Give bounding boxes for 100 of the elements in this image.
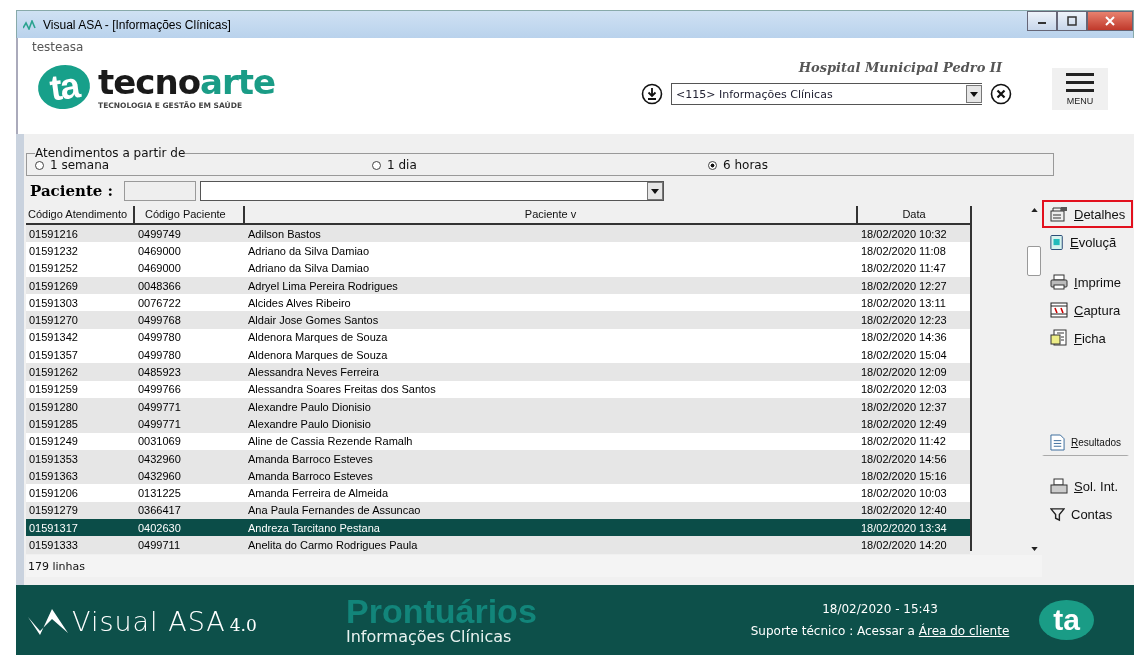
table-cell-text: 18/02/2020 11:08 (860, 244, 947, 257)
table-cell-text: 01591342 (28, 331, 79, 344)
table-cell-text: Aline de Cassia Rezende Ramalh (247, 435, 414, 448)
table-cell-text: 18/02/2020 14:36 (860, 331, 948, 344)
table-row[interactable]: 01591279 0366417 Ana Paula Fernandes de Assuncao 18/02/2020 12:40 (26, 501, 970, 520)
patient-name-select[interactable] (200, 181, 664, 201)
table-row[interactable]: 01591363 0432960 Amanda Barroco Esteves 18/02/2020 15:16 (26, 467, 970, 485)
table-cell-text: Aldenora Marques de Souza (247, 348, 389, 361)
filter-legend: Atendimentos a partir de (35, 148, 186, 158)
table-cell-text: Aldair Jose Gomes Santos (247, 314, 380, 327)
table-row[interactable]: 01591249 0031069 Aline de Cassia Rezende Ramalh 18/02/2020 11:42 (26, 432, 970, 450)
table-row[interactable]: 01591317 0402630 Andreza Tarcitano Pestana 18/02/2020 13:34 (26, 519, 970, 537)
radio-option[interactable]: 6 horas (708, 158, 1045, 172)
table-cell-text: Adilson Bastos (247, 227, 322, 240)
action-button[interactable]: Captura (1042, 296, 1129, 324)
action-button[interactable]: Ficha (1042, 324, 1114, 352)
table-cell-text: 0366417 (137, 504, 182, 517)
table-cell-text: Aldenora Marques de Souza (247, 331, 389, 344)
table-cell-text: 0499771 (137, 400, 182, 413)
printer-icon (1050, 274, 1068, 290)
table-row[interactable]: 01591232 0469000 Adriano da Silva Damiao 18/02/2020 11:08 (26, 242, 970, 260)
action-button[interactable]: Contas (1042, 500, 1121, 528)
table-row[interactable]: 01591280 0499771 Alexandre Paulo Dionisio 18/02/2020 12:37 (26, 397, 970, 416)
action-button[interactable]: Imprime (1042, 268, 1129, 296)
table-cell-text: 01591303 (28, 296, 79, 309)
printer-icon (1050, 478, 1068, 494)
table-cell-text: 01591363 (28, 469, 79, 482)
action-button[interactable]: Evoluçã (1042, 228, 1125, 256)
table-row[interactable]: 01591270 0499768 Aldair Jose Gomes Santos 18/02/2020 12:23 (26, 311, 970, 329)
table-cell-text: 18/02/2020 11:42 (860, 435, 947, 448)
table-cell-text: 0402630 (137, 521, 182, 534)
table-row[interactable]: 01591216 0499749 Adilson Bastos 18/02/2020 10:32 (26, 225, 970, 243)
table-row[interactable]: 01591206 0131225 Amanda Ferreira de Almeida 18/02/2020 10:03 (26, 484, 970, 502)
maximize-button[interactable] (1057, 11, 1087, 31)
dropdown-arrow-icon (970, 91, 978, 97)
close-icon (1105, 16, 1115, 26)
table-row[interactable]: 01591353 0432960 Amanda Barroco Esteves 18/02/2020 14:56 (26, 449, 970, 468)
table-cell-text: 0499711 (137, 539, 181, 551)
menu-button[interactable]: MENU (1052, 68, 1108, 110)
table-cell-text: 0499749 (137, 227, 182, 240)
scroll-thumb[interactable] (1027, 246, 1041, 276)
table-cell-text: 18/02/2020 12:37 (860, 400, 948, 413)
action-button[interactable]: Resultados (1042, 428, 1130, 456)
table-cell-text: 01591262 (28, 366, 79, 378)
table-row[interactable]: 01591303 0076722 Alcides Alves Ribeiro 18/02/2020 13:11 (26, 294, 970, 312)
close-icon[interactable] (990, 83, 1012, 105)
table-row[interactable]: 01591285 0499771 Alexandre Paulo Dionisio 18/02/2020 12:49 (26, 415, 970, 433)
table-cell-text: 0432960 (137, 469, 182, 482)
notebook-icon (1050, 233, 1064, 251)
table-cell-text: Anelita do Carmo Rodrigues Paula (247, 539, 419, 551)
table-row[interactable]: 01591252 0469000 Adriano da Silva Damiao 18/02/2020 11:47 (26, 259, 970, 277)
table-row[interactable]: 01591333 0499711 Anelita do Carmo Rodrigues Paula 18/02/2020 14:20 (26, 536, 970, 554)
table-cell-text: 0131225 (137, 487, 182, 500)
table-cell-text: 18/02/2020 10:03 (860, 487, 948, 500)
table-cell-text: 0499766 (137, 383, 182, 396)
table-row[interactable]: 01591357 0499780 Aldenora Marques de Souza 18/02/2020 15:04 (26, 346, 970, 364)
table-row[interactable]: 01591269 0048366 Adryel Lima Pereira Rodrigues 18/02/2020 12:27 (26, 276, 970, 295)
table-cell-text: 18/02/2020 14:20 (860, 539, 948, 551)
table-cell-text: 0499768 (137, 314, 182, 327)
funnel-icon (1050, 506, 1065, 522)
scrollbar[interactable] (1028, 206, 1040, 551)
action-button[interactable]: Sol. Int. (1042, 472, 1127, 500)
column-header[interactable]: Paciente v (245, 206, 858, 223)
table-cell-text: 18/02/2020 13:11 (860, 296, 947, 309)
minimize-button[interactable] (1027, 11, 1057, 31)
table-cell-text: 01591279 (28, 504, 79, 517)
table-cell-text: Amanda Barroco Esteves (247, 469, 374, 482)
hospital-name: Hospital Municipal Pedro II (798, 60, 1002, 75)
table-cell-text: 01591206 (28, 487, 79, 500)
download-icon[interactable] (641, 83, 663, 105)
column-header[interactable]: Código Paciente (135, 206, 245, 223)
column-header[interactable]: Data (858, 206, 970, 223)
table-cell-text: 01591269 (28, 279, 79, 292)
table-cell-text: Adriano da Silva Damiao (247, 244, 371, 257)
patient-code-field[interactable] (124, 181, 196, 201)
table-cell-text: 01591353 (28, 452, 79, 465)
module-subtitle: Informações Clínicas (346, 626, 513, 646)
scroll-up-icon[interactable] (1030, 208, 1038, 212)
table-cell-text: 18/02/2020 14:56 (860, 452, 948, 465)
table-row[interactable]: 01591342 0499780 Aldenora Marques de Souza 18/02/2020 14:36 (26, 328, 970, 347)
table-cell-text: Amanda Barroco Esteves (247, 452, 374, 465)
table-cell-text: 01591285 (28, 417, 79, 430)
table-cell-text: 01591259 (28, 383, 79, 396)
table-row[interactable]: 01591262 0485923 Alessandra Neves Ferreira 18/02/2020 12:09 (26, 363, 970, 381)
table-cell-text: 01591249 (28, 435, 79, 448)
column-header[interactable]: Código Atendimento (26, 206, 135, 223)
film-strip-icon (1050, 302, 1068, 318)
client-area-link[interactable]: Área do cliente (918, 624, 1010, 638)
scroll-down-icon[interactable] (1030, 547, 1038, 551)
app-icon (23, 19, 37, 30)
table-cell-text: 01591357 (28, 348, 79, 361)
close-button[interactable] (1087, 11, 1133, 31)
radio-option[interactable]: 1 dia (372, 158, 708, 172)
action-button[interactable]: Detalhes (1042, 200, 1134, 228)
table-cell-text: 18/02/2020 12:40 (860, 504, 948, 517)
table-cell-text: Andreza Tarcitano Pestana (247, 521, 381, 534)
window-title: Visual ASA - [Informações Clínicas] (43, 17, 231, 32)
table-row[interactable]: 01591259 0499766 Alessandra Soares Freitas dos Santos 18/02/2020 12:03 (26, 380, 970, 398)
module-select[interactable]: <115> Informações Clínicas (671, 83, 982, 105)
table-cell-text: Alessandra Soares Freitas dos Santos (247, 383, 437, 396)
